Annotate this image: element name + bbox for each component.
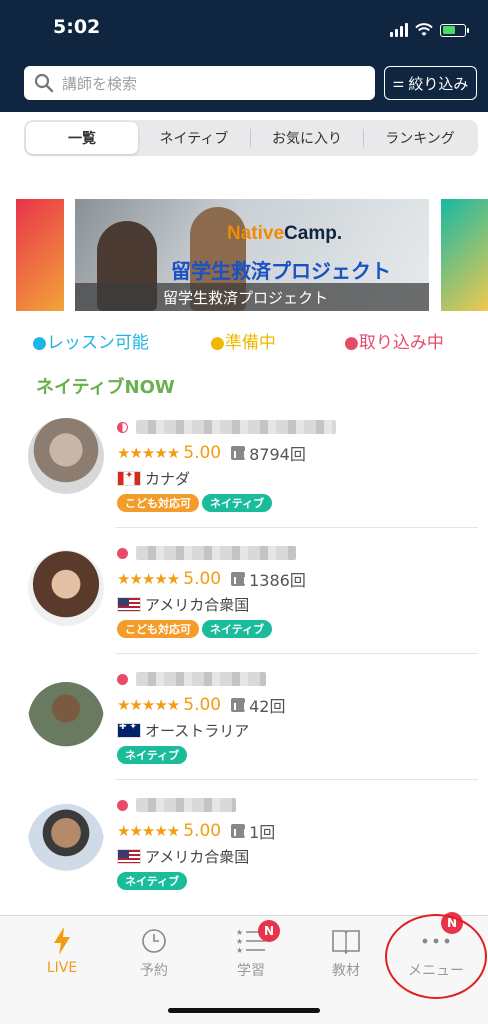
banner-caption: 留学生救済プロジェクト xyxy=(75,283,429,311)
tab-label: LIVE xyxy=(46,960,78,976)
search-placeholder: 講師を検索 xyxy=(62,74,138,93)
tab-live[interactable]: LIVE xyxy=(22,926,102,986)
tab-list[interactable]: 一覧 xyxy=(26,122,138,154)
filter-icon: ⚌ xyxy=(392,75,405,91)
teacher-card[interactable]: ★★★★★ 5.00 8794回 カナダ こども対応可 ネイティブ xyxy=(0,402,488,528)
star-rating: ★★★★★ xyxy=(117,444,180,462)
svg-text:★: ★ xyxy=(236,946,243,955)
tag-native: ネイティブ xyxy=(202,620,273,638)
tab-label: 予約 xyxy=(140,963,168,979)
teacher-card[interactable]: ★★★★★ 5.00 42回 オーストラリア ネイティブ xyxy=(0,654,488,780)
filter-label: 絞り込み xyxy=(408,74,469,93)
status-bar: 5:02 xyxy=(0,0,488,62)
canada-flag-icon xyxy=(117,470,141,486)
tag-kids: こども対応可 xyxy=(117,620,199,638)
country: アメリカ合衆国 xyxy=(145,595,250,614)
lesson-count: 42回 xyxy=(249,697,286,716)
teacher-card[interactable]: ★★★★★ 5.00 1386回 アメリカ合衆国 こども対応可 ネイティブ xyxy=(0,528,488,654)
teacher-name xyxy=(136,798,236,812)
tab-study[interactable]: ★ ★ ★ N 学習 xyxy=(211,920,291,986)
lesson-count-icon xyxy=(231,698,247,712)
tab-native[interactable]: ネイティブ xyxy=(138,122,250,154)
svg-text:★: ★ xyxy=(236,937,243,946)
teacher-avatar xyxy=(28,682,104,758)
tag-native: ネイティブ xyxy=(202,494,273,512)
teacher-name xyxy=(136,420,336,434)
book-icon xyxy=(331,926,361,956)
status-icons xyxy=(390,20,469,40)
rating-value: 5.00 xyxy=(183,821,222,841)
australia-flag-icon xyxy=(117,722,141,738)
country: オーストラリア xyxy=(145,721,250,740)
teacher-name xyxy=(136,546,296,560)
status-dot xyxy=(117,547,128,559)
clock-icon xyxy=(140,926,168,956)
lesson-count: 8794回 xyxy=(249,445,306,464)
lesson-count: 1386回 xyxy=(249,571,306,590)
lesson-count-icon xyxy=(231,572,247,586)
tab-favorites[interactable]: お気に入り xyxy=(251,122,363,154)
rating-value: 5.00 xyxy=(183,695,222,715)
teacher-avatar xyxy=(28,804,104,880)
tag-native: ネイティブ xyxy=(117,746,188,764)
country: カナダ xyxy=(145,469,191,488)
segmented-control: 一覧 ネイティブ お気に入り ランキング xyxy=(24,120,478,156)
rating-value: 5.00 xyxy=(183,569,222,589)
home-indicator xyxy=(168,1008,320,1013)
banner-carousel[interactable]: NativeCamp. 留学生救済プロジェクト 留学生救済プロジェクト xyxy=(0,199,488,311)
signal-icon xyxy=(390,23,408,37)
notification-badge: N xyxy=(258,920,280,942)
battery-icon xyxy=(440,23,469,37)
search-input[interactable]: 講師を検索 xyxy=(24,66,375,100)
teacher-avatar xyxy=(28,418,104,494)
banner-prev[interactable] xyxy=(16,199,64,311)
app-header: 5:02 講師を検索 ⚌ 絞り込み xyxy=(0,0,488,112)
tab-materials[interactable]: 教材 xyxy=(306,926,386,986)
star-rating: ★★★★★ xyxy=(117,696,180,714)
search-icon xyxy=(34,73,54,93)
section-title: ネイティブNOW xyxy=(36,377,175,398)
lesson-count-icon xyxy=(231,446,247,460)
status-legend: ●レッスン可能 ●準備中 ●取り込み中 xyxy=(32,328,472,353)
lesson-count-icon xyxy=(231,824,247,838)
teacher-info: ★★★★★ 5.00 1386回 アメリカ合衆国 こども対応可 ネイティブ xyxy=(117,544,477,640)
banner-headline: 留学生救済プロジェクト xyxy=(171,259,391,283)
legend-preparing: ●準備中 xyxy=(210,333,276,353)
star-rating: ★★★★★ xyxy=(117,822,180,840)
menu-highlight-circle xyxy=(385,914,487,999)
tag-kids: こども対応可 xyxy=(117,494,199,512)
usa-flag-icon xyxy=(117,596,141,612)
teacher-avatar xyxy=(28,550,104,626)
tag-native: ネイティブ xyxy=(117,872,188,890)
tab-reservation[interactable]: 予約 xyxy=(114,926,194,986)
status-dot xyxy=(117,673,128,685)
list-stars-icon: ★ ★ ★ N xyxy=(236,920,280,956)
country: アメリカ合衆国 xyxy=(145,847,250,866)
lightning-icon xyxy=(51,926,73,956)
tab-label: 学習 xyxy=(237,963,265,979)
rating-value: 5.00 xyxy=(183,443,222,463)
tab-label: 教材 xyxy=(332,963,360,979)
usa-flag-icon xyxy=(117,848,141,864)
banner-next[interactable] xyxy=(441,199,488,311)
status-dot xyxy=(117,421,128,433)
filter-button[interactable]: ⚌ 絞り込み xyxy=(384,66,477,100)
svg-text:★: ★ xyxy=(236,928,243,937)
legend-available: ●レッスン可能 xyxy=(32,333,149,353)
wifi-icon xyxy=(415,23,433,36)
teacher-name xyxy=(136,672,266,686)
teacher-info: ★★★★★ 5.00 8794回 カナダ こども対応可 ネイティブ xyxy=(117,418,477,514)
teacher-card[interactable]: ★★★★★ 5.00 1回 アメリカ合衆国 ネイティブ xyxy=(0,780,488,906)
banner-brand: NativeCamp. xyxy=(227,223,343,244)
star-rating: ★★★★★ xyxy=(117,570,180,588)
status-time: 5:02 xyxy=(53,16,101,38)
legend-busy: ●取り込み中 xyxy=(344,333,444,353)
teacher-info: ★★★★★ 5.00 42回 オーストラリア ネイティブ xyxy=(117,670,477,766)
teacher-info: ★★★★★ 5.00 1回 アメリカ合衆国 ネイティブ xyxy=(117,796,477,892)
tab-ranking[interactable]: ランキング xyxy=(364,122,476,154)
lesson-count: 1回 xyxy=(249,823,276,842)
status-dot xyxy=(117,799,128,811)
